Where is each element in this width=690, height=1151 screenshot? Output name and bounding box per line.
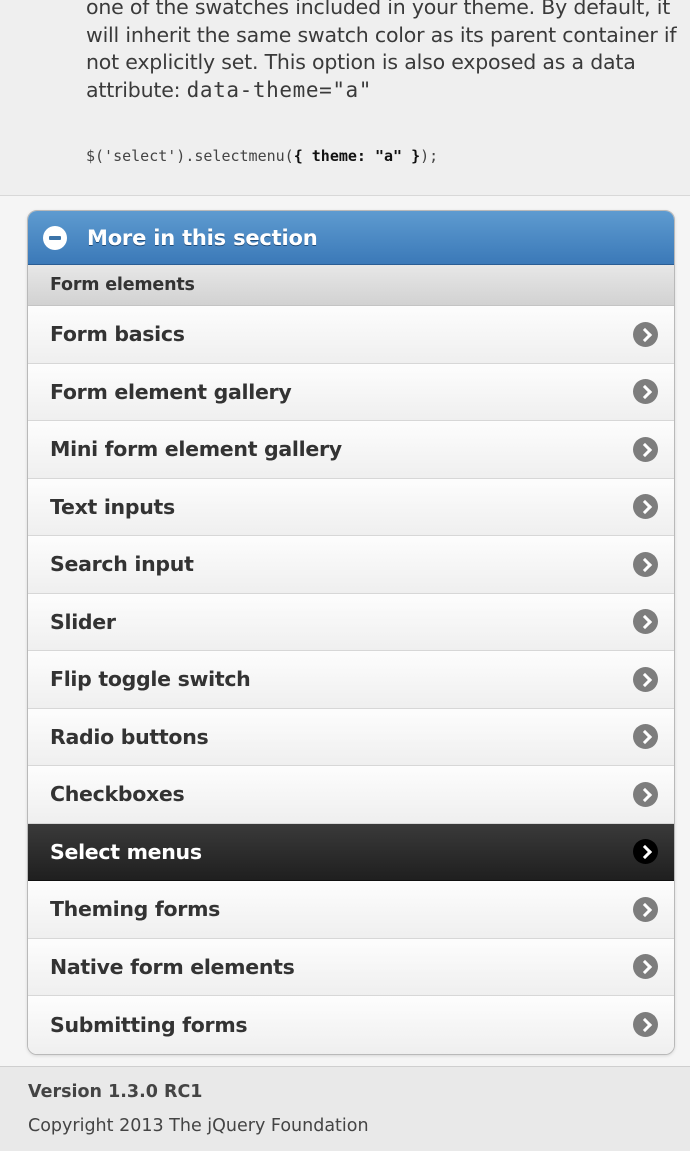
arrow-right-icon [633,494,658,520]
nav-item-slider[interactable]: Slider [28,593,674,651]
nav-item-search-input[interactable]: Search input [28,536,674,594]
nav-item-form-element-gallery[interactable]: Form element gallery [28,363,674,421]
arrow-right-icon [633,609,658,635]
nav-item-label: Theming forms [50,897,221,922]
nav-item-theming-forms[interactable]: Theming forms [28,881,674,939]
collapsible-heading-label: More in this section [87,225,318,250]
nav-item-checkboxes[interactable]: Checkboxes [28,766,674,824]
arrow-right-icon [633,724,658,750]
inline-code: data-theme="a" [186,77,373,102]
list-divider: Form elements [28,265,674,306]
page-footer: Version 1.3.0 RC1 Copyright 2013 The jQu… [0,1066,690,1151]
arrow-right-icon [633,321,658,347]
nav-item-radio-buttons[interactable]: Radio buttons [28,708,674,766]
code-bold: { theme: "a" } [293,147,421,165]
nav-item-flip-toggle-switch[interactable]: Flip toggle switch [28,651,674,709]
doc-paragraph: one of the swatches included in your the… [86,0,681,104]
collapsible-heading[interactable]: More in this section [28,211,674,265]
nav-item-select-menus[interactable]: Select menus [28,823,674,881]
nav-item-label: Radio buttons [50,724,209,749]
more-in-section-collapsible: More in this section Form elements Form … [27,210,675,1055]
nav-item-label: Form basics [50,322,185,347]
doc-content: one of the swatches included in your the… [0,0,690,196]
arrow-right-icon [633,436,658,462]
nav-item-label: Slider [50,609,116,634]
arrow-right-icon [633,839,658,865]
arrow-right-icon [633,379,658,405]
nav-item-submitting-forms[interactable]: Submitting forms [28,996,674,1054]
nav-item-form-basics[interactable]: Form basics [28,306,674,364]
nav-item-text-inputs[interactable]: Text inputs [28,478,674,536]
nav-item-label: Submitting forms [50,1012,248,1037]
code-prefix: $('select').selectmenu( [86,147,294,165]
arrow-right-icon [633,896,658,922]
nav-item-label: Flip toggle switch [50,667,251,692]
nav-item-label: Text inputs [50,494,175,519]
arrow-right-icon [633,1012,658,1038]
footer-version: Version 1.3.0 RC1 [28,1082,203,1102]
nav-item-mini-form-element-gallery[interactable]: Mini form element gallery [28,421,674,479]
footer-copyright: Copyright 2013 The jQuery Foundation [28,1116,369,1136]
code-suffix: ); [420,147,439,165]
nav-item-label: Search input [50,552,194,577]
nav-item-label: Native form elements [50,954,295,979]
nav-item-label: Mini form element gallery [50,437,342,462]
arrow-right-icon [633,781,658,807]
doc-paragraph-text: one of the swatches included in your the… [86,0,677,102]
arrow-right-icon [633,954,658,980]
nav-item-label: Select menus [50,839,202,864]
nav-item-label: Checkboxes [50,782,185,807]
nav-item-native-form-elements[interactable]: Native form elements [28,938,674,996]
arrow-right-icon [633,666,658,692]
nav-item-label: Form element gallery [50,379,292,404]
minus-icon [43,225,67,250]
code-example: $('select').selectmenu({ theme: "a" }); [86,147,438,165]
arrow-right-icon [633,551,658,577]
